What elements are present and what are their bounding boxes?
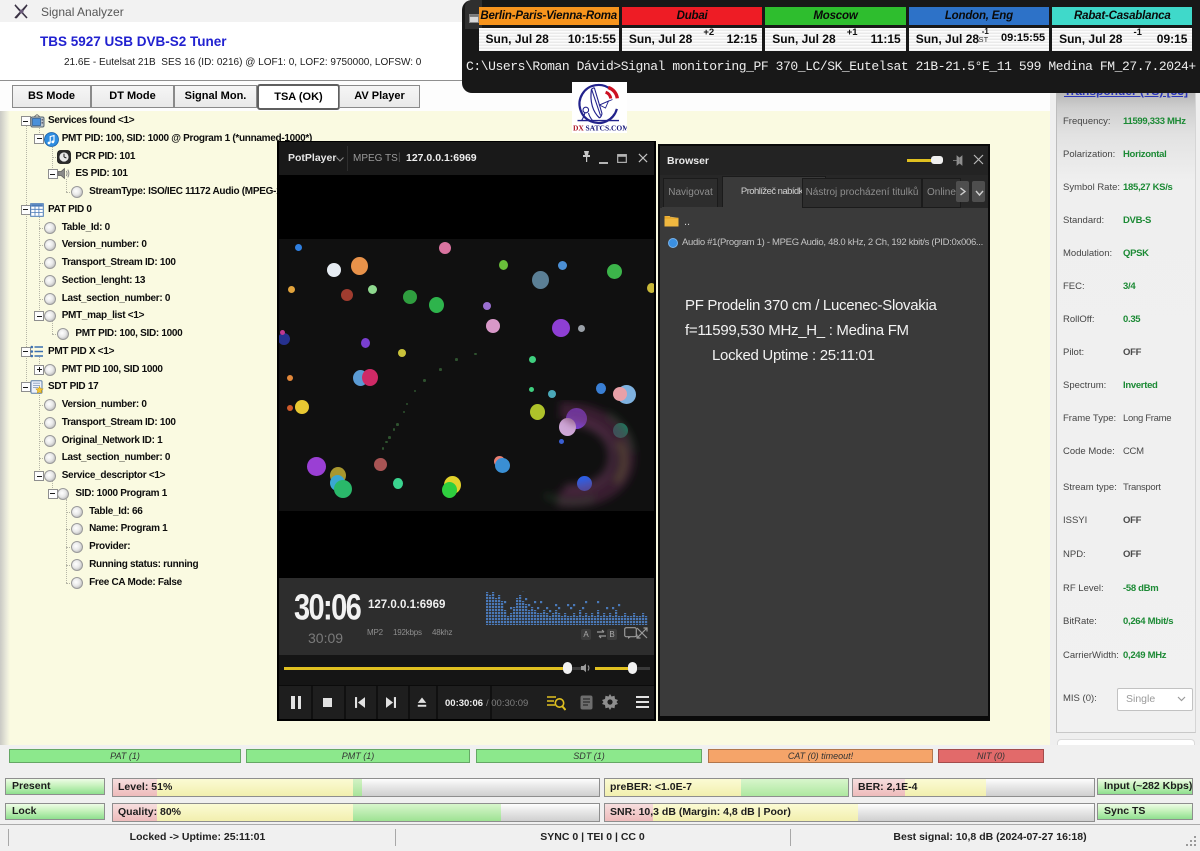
- svg-text:SATCS.COM: SATCS.COM: [586, 124, 628, 133]
- svg-text:DX: DX: [573, 124, 584, 133]
